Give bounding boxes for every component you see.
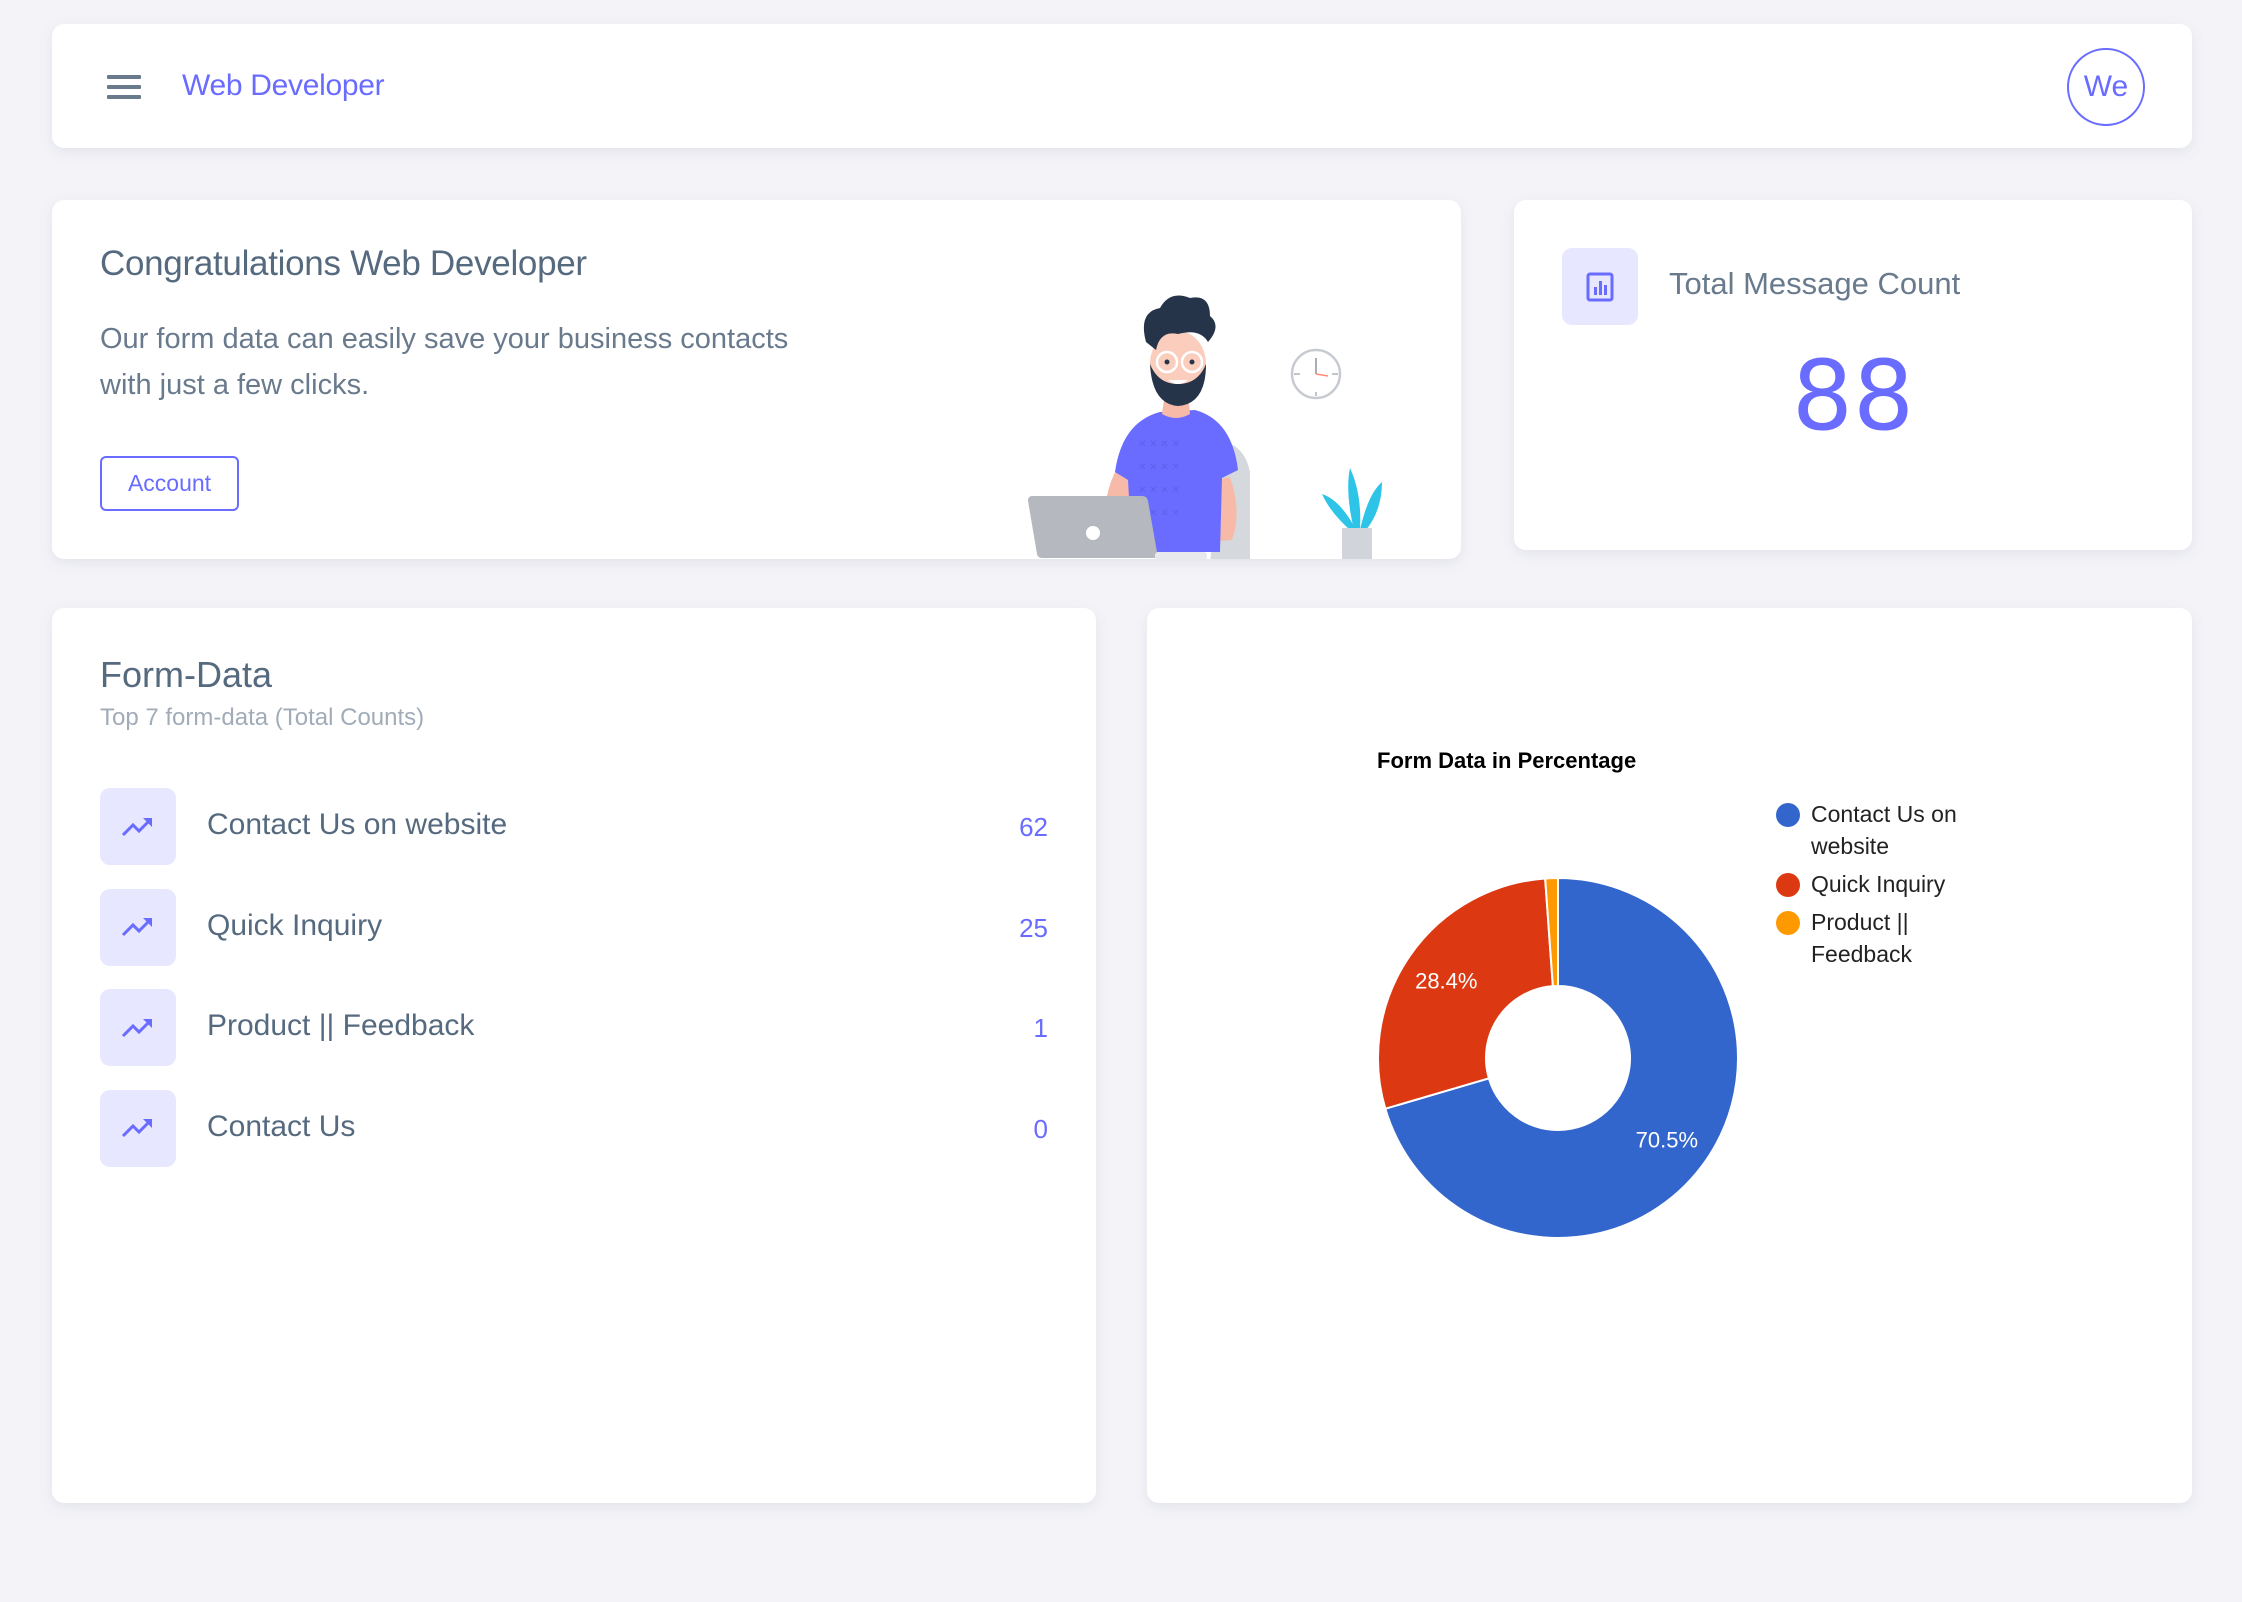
welcome-title: Congratulations Web Developer <box>100 244 587 283</box>
form-data-chart-card: Form Data in Percentage 70.5% 28.4% Conta… <box>1147 608 2192 1503</box>
welcome-card: Congratulations Web Developer Our form d… <box>52 200 1461 559</box>
list-item-label: Contact Us on website <box>207 808 508 841</box>
donut-slice-2[interactable] <box>1377 877 1554 1110</box>
clock-icon <box>1290 348 1342 400</box>
list-item-value: 62 <box>1019 812 1048 842</box>
legend-item[interactable]: Quick Inquiry <box>1776 871 1946 897</box>
legend-swatch <box>1776 873 1800 897</box>
total-message-value: 88 <box>1791 340 1915 452</box>
trending-up-icon <box>100 989 176 1066</box>
trending-up-icon <box>100 1089 176 1167</box>
user-avatar[interactable]: We <box>2067 48 2145 126</box>
form-data-list: Contact Us on website 62 Quick Inquiry 2… <box>100 788 1048 1190</box>
list-item-value: 25 <box>1019 912 1048 943</box>
svg-text:✕ ✕ ✕ ✕: ✕ ✕ ✕ ✕ <box>1138 439 1180 450</box>
account-button[interactable]: Account <box>100 456 239 511</box>
bar-chart-icon <box>1562 248 1638 325</box>
legend-item[interactable]: Product || Feedback <box>1776 909 1913 967</box>
slice-percent-label: 70.5% <box>1636 1128 1698 1153</box>
legend-swatch <box>1776 803 1800 827</box>
legend-swatch <box>1776 911 1800 935</box>
top-navbar: Web Developer We <box>52 24 2192 148</box>
trending-up-icon <box>100 788 176 865</box>
list-item-value: 1 <box>1033 1013 1048 1043</box>
total-message-card: Total Message Count 88 <box>1514 200 2192 550</box>
list-item-label: Contact Us <box>207 1109 356 1143</box>
total-message-label: Total Message Count <box>1669 266 1961 301</box>
form-data-title: Form-Data <box>100 654 273 695</box>
svg-text:✕ ✕ ✕ ✕: ✕ ✕ ✕ ✕ <box>1138 485 1180 496</box>
donut-chart: Form Data in Percentage 70.5% 28.4% Conta… <box>1377 748 1957 1239</box>
list-item-value: 0 <box>1033 1113 1048 1144</box>
legend-label: website <box>1810 833 1889 859</box>
legend-label: Product || <box>1811 909 1909 935</box>
legend-label: Feedback <box>1811 941 1913 967</box>
trending-up-icon <box>100 888 176 966</box>
svg-text:✕ ✕ ✕ ✕: ✕ ✕ ✕ ✕ <box>1138 462 1180 473</box>
welcome-text: Our form data can easily save your busin… <box>100 323 789 401</box>
form-data-subtitle: Top 7 form-data (Total Counts) <box>100 704 425 731</box>
plant-icon <box>1322 468 1382 559</box>
list-item[interactable]: Contact Us 0 <box>100 1089 1048 1191</box>
list-item[interactable]: Product || Feedback 1 <box>100 989 1048 1090</box>
legend-label: Contact Us on <box>1811 801 1957 827</box>
slice-percent-label: 28.4% <box>1415 968 1477 993</box>
chart-title: Form Data in Percentage <box>1377 748 1636 773</box>
list-item[interactable]: Quick Inquiry 25 <box>100 888 1048 990</box>
brand-title[interactable]: Web Developer <box>182 66 385 106</box>
list-item-label: Quick Inquiry <box>207 908 383 942</box>
list-item[interactable]: Contact Us on website 62 <box>100 788 1048 889</box>
menu-toggle-icon[interactable] <box>107 73 141 101</box>
form-data-card: Form-Data Top 7 form-data (Total Counts)… <box>52 608 1096 1503</box>
legend-label: Quick Inquiry <box>1811 871 1946 897</box>
legend-item[interactable]: Contact Us on website <box>1776 801 1957 859</box>
developer-illustration: ✕ ✕ ✕ ✕ ✕ ✕ ✕ ✕ ✕ ✕ ✕ ✕ ✕ ✕ ✕ ✕ <box>1028 295 1382 559</box>
list-item-label: Product || Feedback <box>207 1009 475 1042</box>
